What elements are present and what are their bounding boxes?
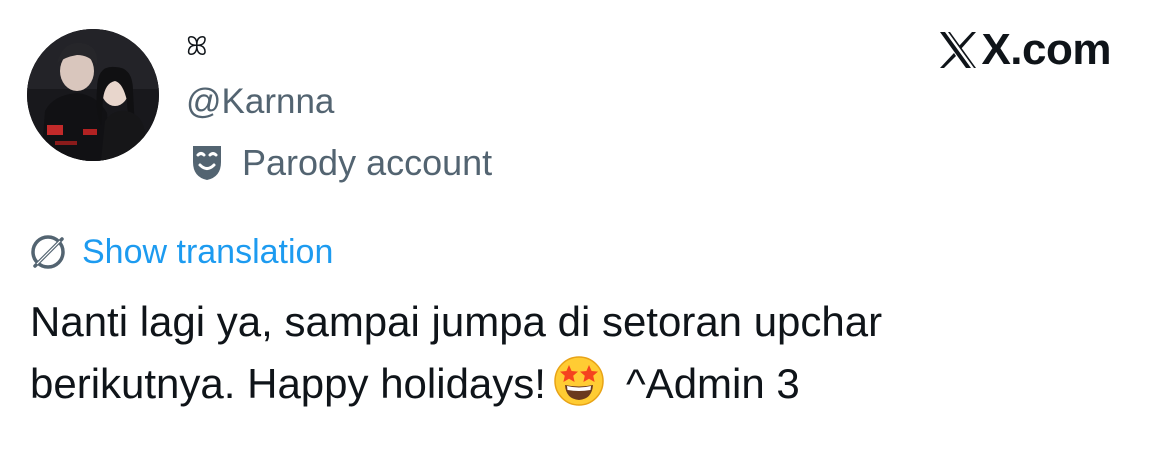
avatar[interactable]: [27, 29, 159, 161]
parody-label: Parody account: [242, 142, 493, 183]
parody-account-badge: Parody account: [186, 139, 492, 187]
x-logo-icon: [940, 32, 977, 68]
show-translation-link[interactable]: Show translation: [28, 228, 333, 276]
translate-globe-icon: [31, 235, 65, 269]
tweet-line-2-text: berikutnya. Happy holidays!: [30, 360, 546, 407]
admin-signature: ^Admin 3: [625, 360, 800, 407]
star-struck-emoji: [554, 356, 604, 406]
avatar-photo: [27, 29, 159, 161]
tweet-line-1: Nanti lagi ya, sampai jumpa di setoran u…: [30, 298, 883, 345]
display-name[interactable]: ꕤ: [186, 30, 208, 64]
user-handle[interactable]: @Karnna: [186, 80, 334, 124]
brand-text: X.com: [981, 25, 1111, 74]
show-translation-label[interactable]: Show translation: [82, 230, 333, 274]
tweet-text: Nanti lagi ya, sampai jumpa di setoran u…: [30, 291, 1140, 415]
tweet-line-2: berikutnya. Happy holidays! ^Admin 3: [30, 353, 1140, 415]
theater-mask-icon: [186, 142, 228, 184]
brand-watermark: X.com: [937, 22, 1111, 78]
